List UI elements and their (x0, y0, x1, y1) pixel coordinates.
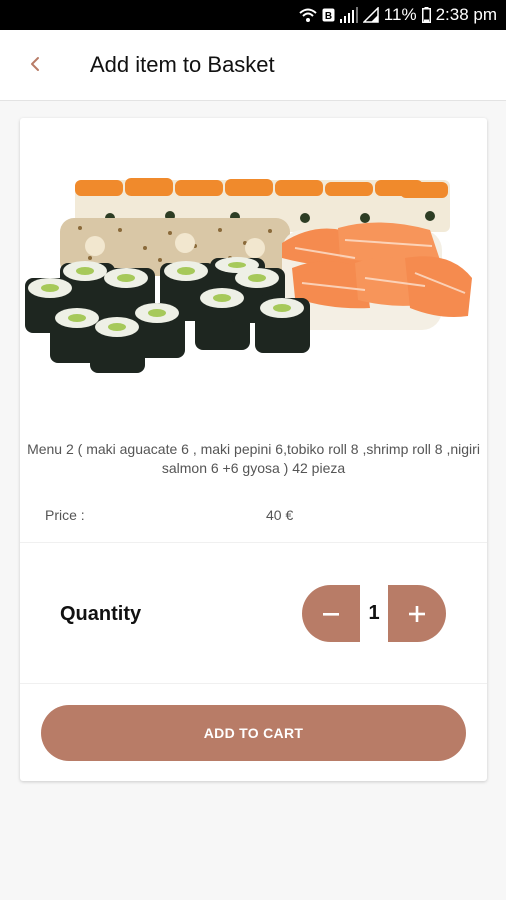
maki-rolls (25, 257, 310, 373)
quantity-stepper: 1 (302, 585, 446, 642)
battery-percent: 11% (383, 5, 417, 24)
clock: 2:38 pm (435, 5, 497, 24)
price-value: 40 € (266, 507, 294, 523)
signal-icon (339, 7, 358, 23)
divider (20, 542, 487, 543)
increment-button[interactable] (388, 585, 446, 642)
sushi-platter-photo (25, 178, 472, 373)
minus-icon (323, 612, 339, 616)
quantity-label: Quantity (60, 603, 142, 625)
page-title: Add item to Basket (90, 52, 275, 77)
add-to-cart-button[interactable]: ADD TO CART (41, 705, 466, 761)
data-saver-icon: B (322, 8, 335, 22)
signal-2-icon (362, 7, 379, 23)
wifi-icon (299, 8, 317, 22)
status-bar: B 11% 2:38 pm (0, 0, 506, 30)
decrement-button[interactable] (302, 585, 360, 642)
svg-text:B: B (325, 11, 332, 22)
battery-icon (421, 7, 431, 23)
product-description: Menu 2 ( maki aguacate 6 , maki pepini 6… (27, 441, 480, 476)
product-card: Menu 2 ( maki aguacate 6 , maki pepini 6… (20, 118, 487, 781)
app-bar: Add item to Basket (0, 30, 506, 101)
price-label: Price : (45, 507, 85, 523)
plus-icon (409, 605, 425, 622)
chevron-left-icon[interactable] (24, 52, 48, 76)
salmon-nigiri (282, 222, 472, 330)
quantity-value: 1 (368, 602, 380, 624)
divider (20, 683, 487, 684)
